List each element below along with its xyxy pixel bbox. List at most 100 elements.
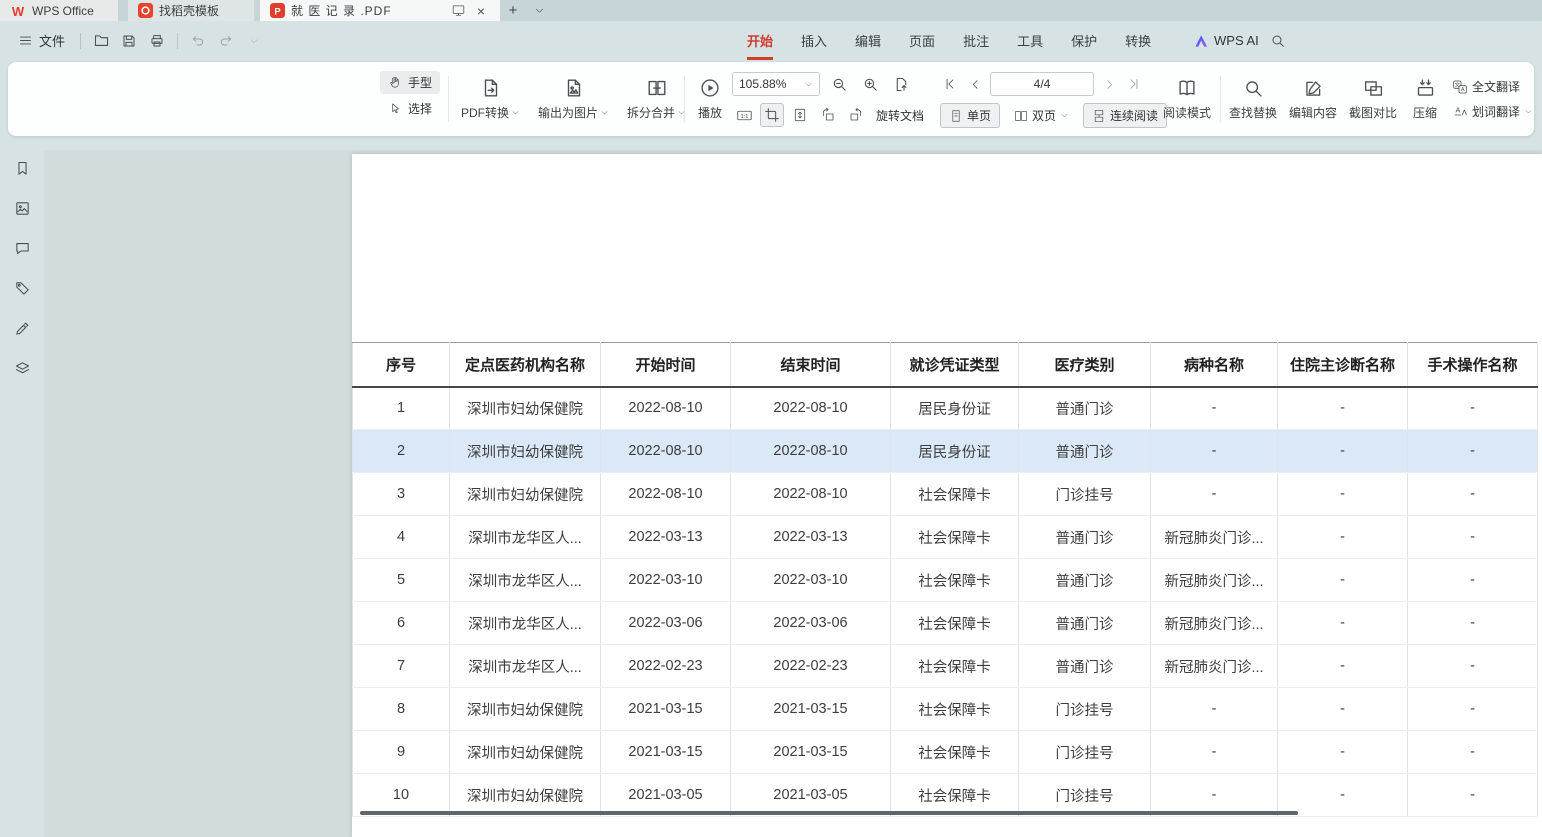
tab-close-icon[interactable]: × <box>472 2 490 20</box>
zoom-level-select[interactable]: 105.88% <box>732 72 820 96</box>
horizontal-scrollbar-thumb[interactable] <box>360 811 1298 815</box>
layers-icon <box>14 360 31 377</box>
table-cell: 普通门诊 <box>1019 430 1151 473</box>
next-page-button[interactable] <box>1099 73 1119 95</box>
undo-history-chevron-icon[interactable] <box>241 28 267 54</box>
extract-page-button[interactable] <box>889 72 913 96</box>
rotate-left-button[interactable] <box>816 103 840 127</box>
table-row: 3深圳市妇幼保健院2022-08-102022-08-10社会保障卡门诊挂号--… <box>353 473 1538 516</box>
signature-panel-button[interactable] <box>10 316 34 340</box>
table-row: 7深圳市龙华区人...2022-02-232022-02-23社会保障卡普通门诊… <box>353 645 1538 688</box>
undo-button[interactable] <box>185 28 211 54</box>
fit-height-button[interactable] <box>788 103 812 127</box>
tab-docer-templates[interactable]: 找稻壳模板 <box>128 0 254 21</box>
search-icon <box>1270 33 1286 49</box>
ribbon-tab-3[interactable]: 页面 <box>895 21 949 60</box>
full-translate-button[interactable]: 文A 全文翻译 <box>1452 78 1533 95</box>
snapshot-compare-button[interactable]: 截图对比 <box>1344 62 1402 136</box>
tab-wps-home[interactable]: W WPS Office <box>0 0 118 21</box>
new-tab-button[interactable]: + <box>500 0 526 21</box>
find-replace-button[interactable]: 查找替换 <box>1224 62 1282 136</box>
table-row: 4深圳市龙华区人...2022-03-132022-03-13社会保障卡普通门诊… <box>353 516 1538 559</box>
table-cell: 8 <box>353 688 450 731</box>
last-page-button[interactable] <box>1124 73 1144 95</box>
read-mode-button[interactable]: 阅读模式 <box>1156 62 1218 136</box>
file-menu-button[interactable]: 文件 <box>10 27 73 54</box>
play-icon <box>699 77 721 99</box>
ribbon-tab-0[interactable]: 开始 <box>733 21 787 60</box>
ribbon-tab-4[interactable]: 批注 <box>949 21 1003 60</box>
tags-panel-button[interactable] <box>10 276 34 300</box>
divider <box>448 76 449 122</box>
layers-panel-button[interactable] <box>10 356 34 380</box>
table-row: 1深圳市妇幼保健院2022-08-102022-08-10居民身份证普通门诊--… <box>353 387 1538 430</box>
table-cell: 社会保障卡 <box>891 731 1019 774</box>
folder-open-icon <box>93 32 110 49</box>
table-cell: 普通门诊 <box>1019 559 1151 602</box>
document-title: 就 医 记 录 .PDF <box>291 2 445 19</box>
ribbon-tab-6[interactable]: 保护 <box>1057 21 1111 60</box>
rotate-document-button[interactable]: 旋转文档 <box>872 107 928 124</box>
table-cell: 2 <box>353 430 450 473</box>
snapshot-compare-icon <box>1363 78 1384 99</box>
single-page-toggle[interactable]: 单页 <box>940 103 1000 128</box>
print-button[interactable] <box>144 28 170 54</box>
present-monitor-icon[interactable] <box>451 3 466 18</box>
open-file-button[interactable] <box>88 28 114 54</box>
previous-page-button[interactable] <box>965 73 985 95</box>
ribbon-tab-5[interactable]: 工具 <box>1003 21 1057 60</box>
table-cell: - <box>1408 731 1538 774</box>
ribbon-tab-1[interactable]: 插入 <box>787 21 841 60</box>
table-cell: 社会保障卡 <box>891 688 1019 731</box>
comment-icon <box>14 240 31 257</box>
zoom-out-button[interactable] <box>827 72 851 96</box>
table-cell: 门诊挂号 <box>1019 731 1151 774</box>
first-page-button[interactable] <box>940 73 960 95</box>
table-cell: 深圳市妇幼保健院 <box>450 430 601 473</box>
table-cell: 普通门诊 <box>1019 602 1151 645</box>
pdf-convert-button[interactable]: PDF转换 <box>456 62 525 136</box>
comments-panel-button[interactable] <box>10 236 34 260</box>
export-image-icon <box>563 77 585 99</box>
redo-button[interactable] <box>213 28 239 54</box>
continuous-reading-toggle[interactable]: 连续阅读 <box>1083 103 1167 128</box>
tab-document-active[interactable]: P 就 医 记 录 .PDF × <box>260 0 500 21</box>
hand-tool-button[interactable]: 手型 <box>380 71 440 94</box>
word-translate-button[interactable]: A 划词翻译 <box>1452 103 1533 120</box>
wps-ai-logo-icon <box>1193 33 1209 49</box>
edit-content-button[interactable]: 编辑内容 <box>1284 62 1342 136</box>
zoom-in-icon <box>862 76 879 93</box>
undo-icon <box>190 33 206 49</box>
zoom-in-button[interactable] <box>858 72 882 96</box>
rotate-right-icon <box>848 107 864 123</box>
compress-button[interactable]: 压缩 <box>1404 62 1446 136</box>
play-button[interactable]: 播放 <box>690 62 730 136</box>
wps-ai-button[interactable]: WPS AI <box>1193 21 1259 60</box>
split-merge-button[interactable]: 拆分合并 <box>622 62 691 136</box>
page-number-input[interactable] <box>990 72 1094 96</box>
zoom-level-value: 105.88% <box>739 77 786 91</box>
thumbnails-panel-button[interactable] <box>10 196 34 220</box>
table-row: 6深圳市龙华区人...2022-03-062022-03-06社会保障卡普通门诊… <box>353 602 1538 645</box>
double-page-toggle[interactable]: 双页 <box>1006 103 1077 128</box>
table-cell: 2022-03-10 <box>601 559 731 602</box>
ribbon-tab-7[interactable]: 转换 <box>1111 21 1165 60</box>
table-header-row: 序号定点医药机构名称开始时间结束时间就诊凭证类型医疗类别病种名称住院主诊断名称手… <box>353 343 1538 387</box>
table-cell: 深圳市妇幼保健院 <box>450 387 601 430</box>
save-button[interactable] <box>116 28 142 54</box>
actual-size-button[interactable]: 1:1 <box>732 103 756 127</box>
ribbon-tab-2[interactable]: 编辑 <box>841 21 895 60</box>
tab-list-chevron-icon[interactable] <box>526 0 552 21</box>
document-viewport[interactable]: 序号定点医药机构名称开始时间结束时间就诊凭证类型医疗类别病种名称住院主诊断名称手… <box>44 150 1542 837</box>
word-translate-label: 划词翻译 <box>1472 103 1520 120</box>
bookmarks-panel-button[interactable] <box>10 156 34 180</box>
find-replace-icon <box>1243 78 1264 99</box>
table-cell: 深圳市龙华区人... <box>450 516 601 559</box>
chevron-down-icon <box>511 108 520 117</box>
rotate-right-button[interactable] <box>844 103 868 127</box>
ribbon-search-button[interactable] <box>1270 21 1286 60</box>
fit-page-button[interactable] <box>760 103 784 127</box>
table-cell: 2021-03-15 <box>601 731 731 774</box>
select-tool-button[interactable]: 选择 <box>380 97 440 120</box>
export-image-button[interactable]: 输出为图片 <box>533 62 614 136</box>
